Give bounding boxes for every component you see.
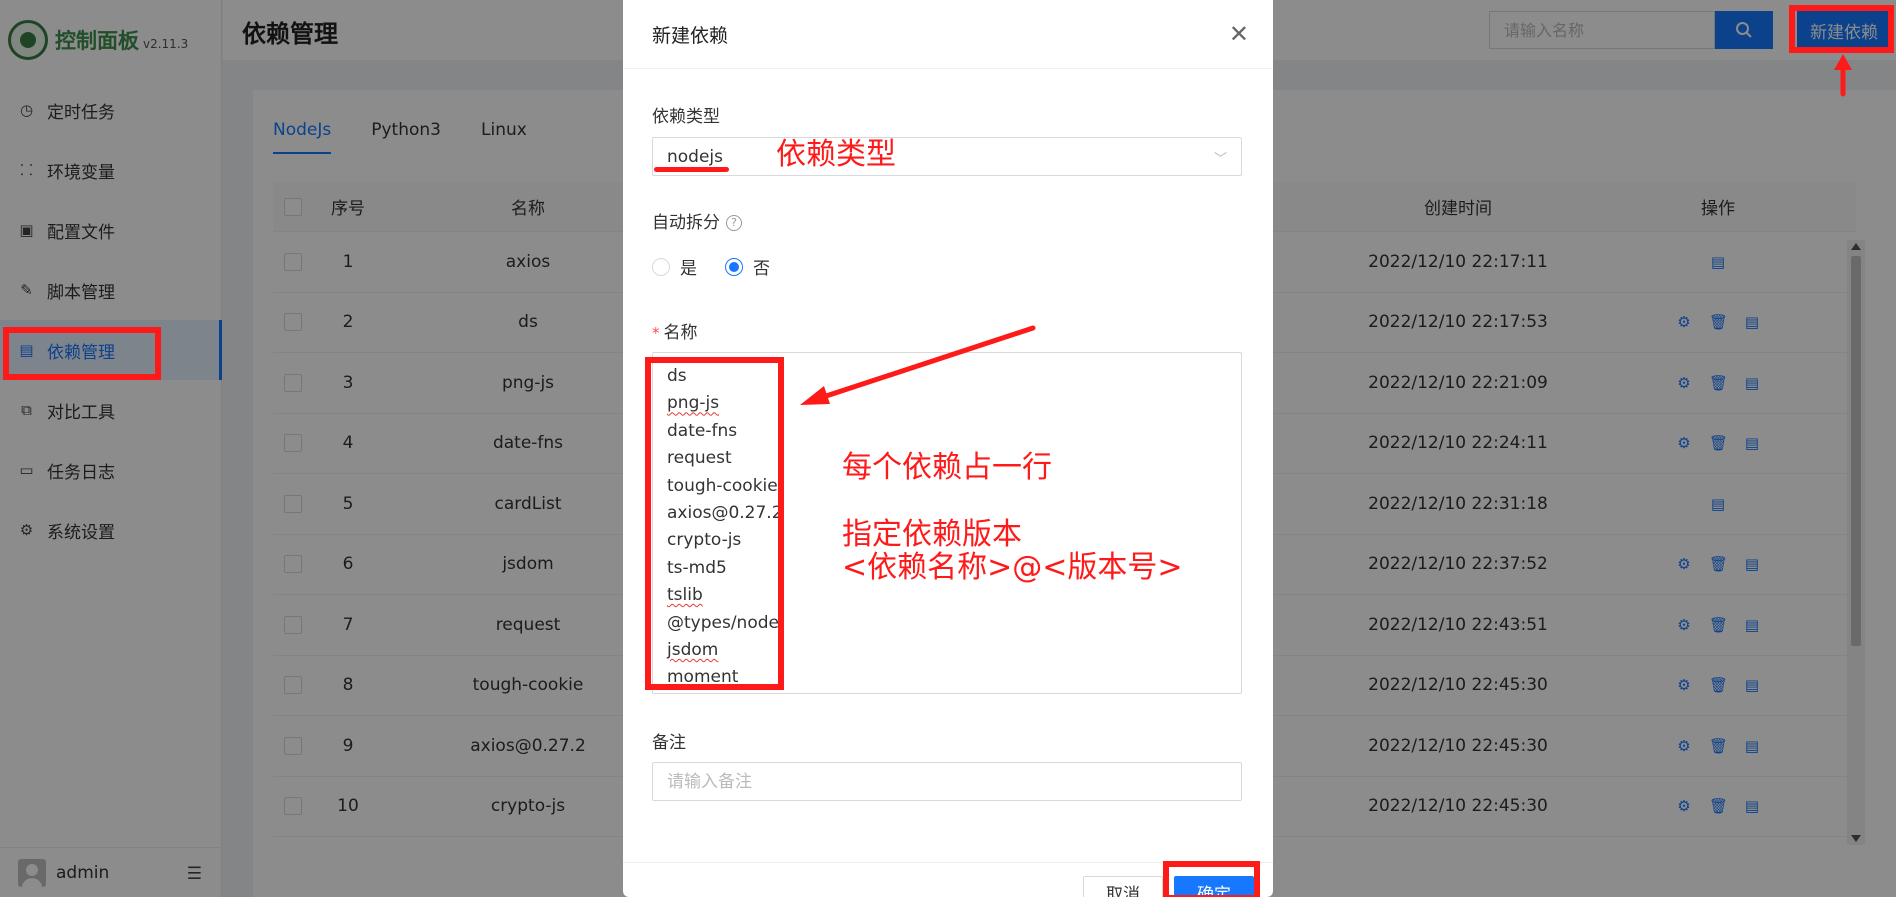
annotation-version-note-1: 指定依赖版本 bbox=[842, 517, 1022, 552]
required-mark: * bbox=[652, 324, 660, 342]
type-label: 依赖类型 bbox=[652, 107, 720, 127]
modal-title: 新建依赖 bbox=[652, 24, 729, 47]
split-label: 自动拆分? bbox=[652, 208, 742, 233]
help-icon[interactable]: ? bbox=[726, 214, 742, 231]
split-radio-group: 是 否 bbox=[652, 254, 798, 279]
remark-label: 备注 bbox=[652, 733, 686, 753]
split-no-label[interactable]: 否 bbox=[753, 254, 770, 279]
annotation-version-note-2: <依赖名称>@<版本号> bbox=[842, 550, 1183, 585]
close-icon[interactable]: ✕ bbox=[1229, 22, 1249, 46]
annotation-underline bbox=[654, 167, 729, 172]
annotation-box-name-lines bbox=[645, 357, 784, 690]
type-select[interactable]: nodejs ﹀ bbox=[652, 137, 1242, 176]
split-yes-radio[interactable] bbox=[652, 257, 670, 276]
type-select-value: nodejs bbox=[667, 146, 724, 167]
chevron-down-icon: ﹀ bbox=[1213, 152, 1227, 167]
annotation-box-new-button bbox=[1789, 5, 1894, 53]
name-label: * 名称 bbox=[652, 323, 698, 343]
annotation-type-note: 依赖类型 bbox=[776, 137, 896, 172]
annotation-box-sidebar bbox=[3, 327, 161, 380]
split-no-radio[interactable] bbox=[725, 257, 743, 276]
annotation-line-note: 每个依赖占一行 bbox=[842, 450, 1052, 485]
cancel-button[interactable]: 取消 bbox=[1083, 876, 1163, 897]
split-yes-label[interactable]: 是 bbox=[680, 254, 697, 279]
annotation-box-ok-button bbox=[1163, 861, 1260, 897]
remark-input[interactable] bbox=[652, 762, 1242, 801]
